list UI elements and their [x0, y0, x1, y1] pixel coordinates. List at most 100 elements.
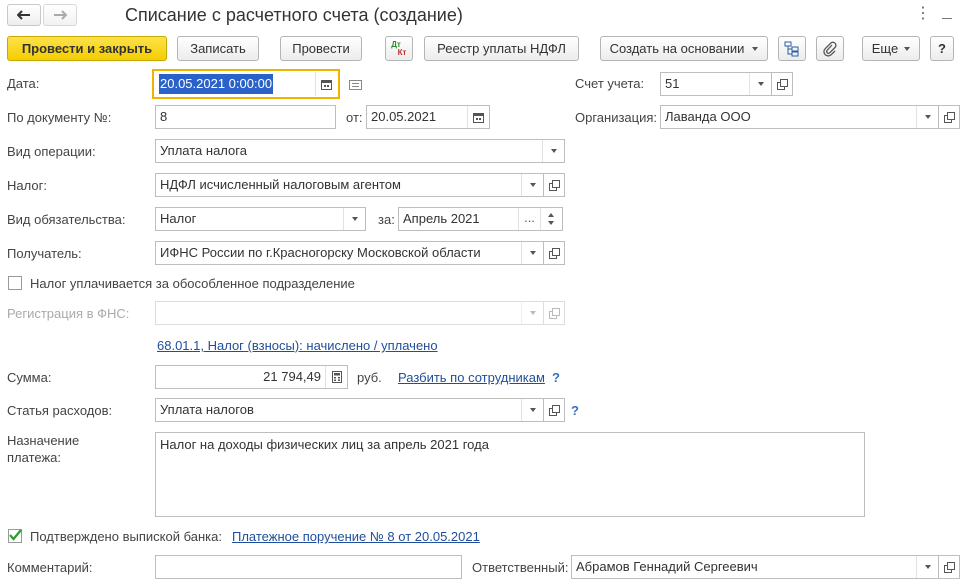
comment-field[interactable]: [155, 555, 462, 579]
payment-purpose-value: Налог на доходы физических лиц за апрель…: [160, 437, 489, 452]
account-entry-link[interactable]: 68.01.1, Налог (взносы): начислено / упл…: [157, 338, 438, 354]
post-button[interactable]: Провести: [280, 36, 362, 61]
minimize-icon[interactable]: [940, 6, 954, 22]
spinner-down-icon[interactable]: [548, 221, 554, 225]
responsible-open-button[interactable]: [938, 555, 960, 579]
period-label: за:: [378, 212, 395, 227]
create-based-on-label: Создать на основании: [609, 41, 745, 56]
payment-purpose-label-1: Назначение: [7, 433, 80, 448]
calendar-button[interactable]: [315, 72, 337, 96]
window-menu-icon[interactable]: ⋮: [915, 6, 931, 22]
window-title: Списание с расчетного счета (создание): [125, 5, 463, 25]
responsible-field[interactable]: Абрамов Геннадий Сергеевич: [571, 555, 939, 579]
doc-number-value: 8: [160, 109, 168, 124]
expense-item-dropdown[interactable]: [521, 399, 543, 421]
chevron-down-icon: [529, 311, 536, 315]
fns-registration-field: [155, 301, 544, 325]
chevron-down-icon: [529, 251, 536, 255]
payment-order-link[interactable]: Платежное поручение № 8 от 20.05.2021: [232, 529, 480, 545]
spinner-up-icon[interactable]: [548, 213, 554, 217]
account-dropdown[interactable]: [749, 73, 771, 95]
open-icon: [548, 247, 560, 259]
split-by-employees-link[interactable]: Разбить по сотрудникам: [398, 370, 545, 386]
more-button[interactable]: Еще: [862, 36, 920, 61]
organization-dropdown[interactable]: [916, 106, 938, 128]
liability-type-dropdown[interactable]: [343, 208, 365, 230]
document-history-icon[interactable]: [349, 78, 362, 90]
operation-type-value: Уплата налога: [160, 143, 247, 158]
doc-number-field[interactable]: 8: [155, 105, 336, 129]
open-icon: [548, 307, 560, 319]
recipient-dropdown[interactable]: [521, 242, 543, 264]
period-spinner[interactable]: [540, 208, 562, 230]
chevron-down-icon: [529, 408, 536, 412]
create-based-on-button[interactable]: Создать на основании: [600, 36, 768, 61]
tax-dropdown[interactable]: [521, 174, 543, 196]
operation-type-dropdown[interactable]: [542, 140, 564, 162]
organization-open-button[interactable]: [938, 105, 960, 129]
calculator-button[interactable]: [325, 366, 347, 388]
period-field[interactable]: Апрель 2021 ...: [398, 207, 563, 231]
liability-type-field[interactable]: Налог: [155, 207, 366, 231]
expense-item-open-button[interactable]: [543, 398, 565, 422]
account-open-button[interactable]: [771, 72, 793, 96]
responsible-label: Ответственный:: [472, 560, 569, 575]
open-icon: [943, 111, 955, 123]
ndfl-registry-button[interactable]: Реестр уплаты НДФЛ: [424, 36, 579, 61]
payment-purpose-textarea[interactable]: Налог на доходы физических лиц за апрель…: [155, 432, 865, 517]
help-button[interactable]: ?: [930, 36, 954, 61]
sum-label: Сумма:: [7, 370, 52, 385]
date-field[interactable]: 20.05.2021 0:00:00: [152, 69, 340, 99]
liability-type-value: Налог: [160, 211, 197, 226]
operation-type-label: Вид операции:: [7, 144, 96, 159]
date-label: Дата:: [7, 76, 40, 91]
split-help-icon[interactable]: ?: [552, 370, 560, 386]
recipient-field[interactable]: ИФНС России по г.Красногорску Московской…: [155, 241, 544, 265]
open-icon: [943, 561, 955, 573]
organization-field[interactable]: Лаванда ООО: [660, 105, 939, 129]
expense-item-value: Уплата налогов: [160, 402, 254, 417]
separate-subdivision-label[interactable]: Налог уплачивается за обособленное подра…: [30, 276, 355, 292]
separate-subdivision-checkbox[interactable]: [8, 276, 22, 290]
confirmed-by-bank-checkbox[interactable]: [8, 529, 22, 543]
chevron-down-icon: [924, 115, 931, 119]
tax-label: Налог:: [7, 178, 47, 193]
payment-purpose-label-2: платежа:: [7, 450, 61, 465]
forward-button[interactable]: [43, 4, 77, 26]
expense-item-field[interactable]: Уплата налогов: [155, 398, 544, 422]
organization-value: Лаванда ООО: [665, 109, 751, 124]
tax-value: НДФЛ исчисленный налоговым агентом: [160, 177, 401, 192]
sum-field[interactable]: 21 794,49: [155, 365, 348, 389]
chevron-down-icon: [924, 565, 931, 569]
expense-help-icon[interactable]: ?: [571, 403, 579, 419]
liability-type-label: Вид обязательства:: [7, 212, 126, 227]
kt-icon-label: Кт: [397, 47, 407, 57]
open-icon: [548, 179, 560, 191]
structure-button[interactable]: [778, 36, 806, 61]
chevron-down-icon: [550, 149, 557, 153]
confirmed-by-bank-label[interactable]: Подтверждено выпиской банка:: [30, 529, 222, 545]
doc-date-field[interactable]: 20.05.2021: [366, 105, 490, 129]
tax-open-button[interactable]: [543, 173, 565, 197]
responsible-dropdown[interactable]: [916, 556, 938, 578]
post-and-close-button[interactable]: Провести и закрыть: [7, 36, 167, 61]
more-label: Еще: [871, 41, 899, 56]
attachments-button[interactable]: [816, 36, 844, 61]
calendar-button[interactable]: [467, 106, 489, 128]
calculator-icon: [331, 371, 342, 383]
chevron-down-icon: [757, 82, 764, 86]
responsible-value: Абрамов Геннадий Сергеевич: [576, 559, 758, 574]
write-button[interactable]: Записать: [177, 36, 259, 61]
back-button[interactable]: [7, 4, 41, 26]
paperclip-icon: [823, 41, 837, 57]
period-select-button[interactable]: ...: [518, 208, 540, 230]
arrow-right-icon: [54, 10, 67, 20]
operation-type-field[interactable]: Уплата налога: [155, 139, 565, 163]
chevron-down-icon: [351, 217, 358, 221]
dt-kt-button[interactable]: Дт Кт: [385, 36, 413, 61]
account-field[interactable]: 51: [660, 72, 772, 96]
recipient-open-button[interactable]: [543, 241, 565, 265]
doc-number-label: По документу №:: [7, 110, 112, 125]
currency-label: руб.: [357, 370, 382, 385]
tax-field[interactable]: НДФЛ исчисленный налоговым агентом: [155, 173, 544, 197]
